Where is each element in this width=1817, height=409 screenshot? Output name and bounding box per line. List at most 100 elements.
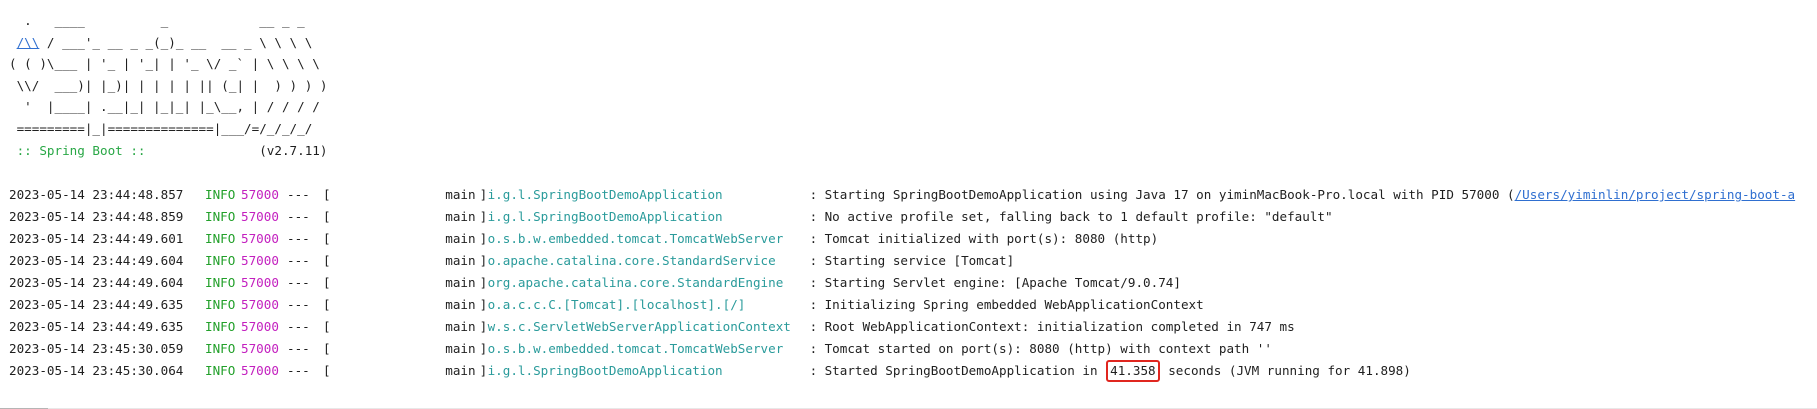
log-level: INFO	[205, 341, 236, 356]
thread-bracket-open: [	[323, 363, 331, 378]
log-thread: main	[445, 341, 476, 356]
log-separator: ---	[287, 253, 310, 268]
log-line: 2023-05-14 23:44:48.857 INFO 57000 --- […	[9, 184, 1817, 206]
thread-bracket-open: [	[323, 187, 331, 202]
banner-line: ' |____| .__|_| |_|_| |_\__, | / / / /	[9, 99, 320, 115]
log-thread: main	[445, 363, 476, 378]
log-pid: 57000	[241, 187, 279, 202]
log-level: INFO	[205, 209, 236, 224]
log-pid: 57000	[241, 209, 279, 224]
spring-boot-banner: . ____ _ __ _ _ /\\ / ___'_ __ _ _(_)_ _…	[9, 10, 1817, 161]
thread-bracket-open: [	[323, 297, 331, 312]
thread-bracket-open: [	[323, 231, 331, 246]
thread-bracket-close: ]	[479, 363, 488, 378]
log-line: 2023-05-14 23:44:49.604 INFO 57000 --- […	[9, 272, 1817, 294]
thread-bracket-close: ]	[479, 275, 488, 290]
log-logger[interactable]: i.g.l.SpringBootDemoApplication	[488, 206, 810, 228]
log-timestamp: 2023-05-14 23:44:49.601	[9, 231, 184, 246]
log-logger[interactable]: w.s.c.ServletWebServerApplicationContext	[488, 316, 810, 338]
log-logger[interactable]: o.a.c.c.C.[Tomcat].[localhost].[/]	[488, 294, 810, 316]
log-separator: ---	[287, 363, 310, 378]
log-timestamp: 2023-05-14 23:45:30.064	[9, 363, 184, 378]
log-thread: main	[445, 275, 476, 290]
thread-bracket-close: ]	[479, 253, 488, 268]
log-pid: 57000	[241, 253, 279, 268]
log-separator: ---	[287, 341, 310, 356]
log-separator: ---	[287, 187, 310, 202]
log-colon: :	[809, 187, 818, 202]
log-level: INFO	[205, 275, 236, 290]
log-colon: :	[809, 231, 818, 246]
log-colon: :	[809, 341, 818, 356]
log-timestamp: 2023-05-14 23:44:48.859	[9, 209, 184, 224]
banner-line-prefix	[9, 35, 17, 50]
thread-bracket-close: ]	[479, 231, 488, 246]
log-separator: ---	[287, 319, 310, 334]
thread-bracket-open: [	[323, 253, 331, 268]
log-separator: ---	[287, 231, 310, 246]
log-message: Starting SpringBootDemoApplication using…	[825, 184, 1796, 206]
log-lines: 2023-05-14 23:44:48.857 INFO 57000 --- […	[9, 184, 1817, 382]
log-logger[interactable]: i.g.l.SpringBootDemoApplication	[488, 360, 810, 382]
log-line: 2023-05-14 23:44:49.635 INFO 57000 --- […	[9, 316, 1817, 338]
banner-line: . ____ _ __ _ _	[9, 13, 305, 28]
thread-bracket-close: ]	[479, 297, 488, 312]
log-level: INFO	[205, 231, 236, 246]
log-message: No active profile set, falling back to 1…	[824, 209, 1333, 224]
log-level: INFO	[205, 363, 236, 378]
thread-bracket-open: [	[323, 341, 331, 356]
log-level: INFO	[205, 297, 236, 312]
log-message: Started SpringBootDemoApplication in 41.…	[825, 360, 1411, 382]
thread-bracket-open: [	[323, 319, 331, 334]
log-thread: main	[445, 297, 476, 312]
log-logger[interactable]: o.apache.catalina.core.StandardService	[488, 250, 810, 272]
log-colon: :	[809, 297, 818, 312]
thread-bracket-close: ]	[479, 319, 488, 334]
log-line: 2023-05-14 23:45:30.059 INFO 57000 --- […	[9, 338, 1817, 360]
console-output: . ____ _ __ _ _ /\\ / ___'_ __ _ _(_)_ _…	[9, 10, 1817, 161]
banner-line: \\/ ___)| |_)| | | | | || (_| | ) ) ) )	[9, 77, 328, 93]
log-colon: :	[809, 209, 818, 224]
log-timestamp: 2023-05-14 23:44:49.635	[9, 319, 184, 334]
log-colon: :	[809, 319, 818, 334]
log-timestamp: 2023-05-14 23:44:49.604	[9, 275, 184, 290]
startup-time-highlight: 41.358	[1106, 360, 1160, 382]
banner-line: =========|_|==============|___/=/_/_/_/	[9, 120, 313, 136]
thread-bracket-close: ]	[479, 209, 488, 224]
banner-line-rest: / ___'_ __ _ _(_)_ __ __ _ \ \ \ \	[39, 34, 313, 50]
log-colon: :	[809, 275, 818, 290]
log-pid: 57000	[241, 275, 279, 290]
thread-bracket-open: [	[323, 275, 331, 290]
thread-bracket-close: ]	[479, 341, 488, 356]
log-line: 2023-05-14 23:44:48.859 INFO 57000 --- […	[9, 206, 1817, 228]
log-logger[interactable]: o.s.b.w.embedded.tomcat.TomcatWebServer	[488, 228, 810, 250]
log-pid: 57000	[241, 363, 279, 378]
log-timestamp: 2023-05-14 23:45:30.059	[9, 341, 184, 356]
log-pid: 57000	[241, 297, 279, 312]
log-thread: main	[445, 319, 476, 334]
log-logger[interactable]: i.g.l.SpringBootDemoApplication	[488, 184, 810, 206]
log-message: Root WebApplicationContext: initializati…	[824, 319, 1295, 334]
thread-bracket-close: ]	[479, 187, 488, 202]
log-line: 2023-05-14 23:44:49.635 INFO 57000 --- […	[9, 294, 1817, 316]
project-path-link[interactable]: /Users/yiminlin/project/spring-boot-a	[1515, 187, 1796, 202]
log-thread: main	[445, 209, 476, 224]
log-logger[interactable]: org.apache.catalina.core.StandardEngine	[488, 272, 810, 294]
log-message-text: Started SpringBootDemoApplication in	[824, 363, 1106, 378]
log-colon: :	[809, 363, 818, 378]
log-logger[interactable]: o.s.b.w.embedded.tomcat.TomcatWebServer	[488, 338, 810, 360]
banner-link[interactable]: /\\	[17, 35, 40, 50]
thread-bracket-open: [	[323, 209, 331, 224]
log-message: Tomcat started on port(s): 8080 (http) w…	[824, 341, 1272, 356]
log-pid: 57000	[241, 231, 279, 246]
log-timestamp: 2023-05-14 23:44:49.635	[9, 297, 184, 312]
log-line: 2023-05-14 23:44:49.604 INFO 57000 --- […	[9, 250, 1817, 272]
log-thread: main	[445, 253, 476, 268]
banner-line: /\\ / ___'_ __ _ _(_)_ __ __ _ \ \ \ \	[9, 32, 1817, 54]
log-timestamp: 2023-05-14 23:44:49.604	[9, 253, 184, 268]
log-message-text: seconds (JVM running for 41.898)	[1160, 363, 1411, 378]
banner-line: ( ( )\___ | '_ | '_| | '_ \/ _` | \ \ \ …	[9, 56, 320, 72]
spring-boot-version: (v2.7.11)	[153, 142, 328, 158]
log-message-text: Starting SpringBootDemoApplication using…	[824, 187, 1515, 202]
log-separator: ---	[287, 275, 310, 290]
